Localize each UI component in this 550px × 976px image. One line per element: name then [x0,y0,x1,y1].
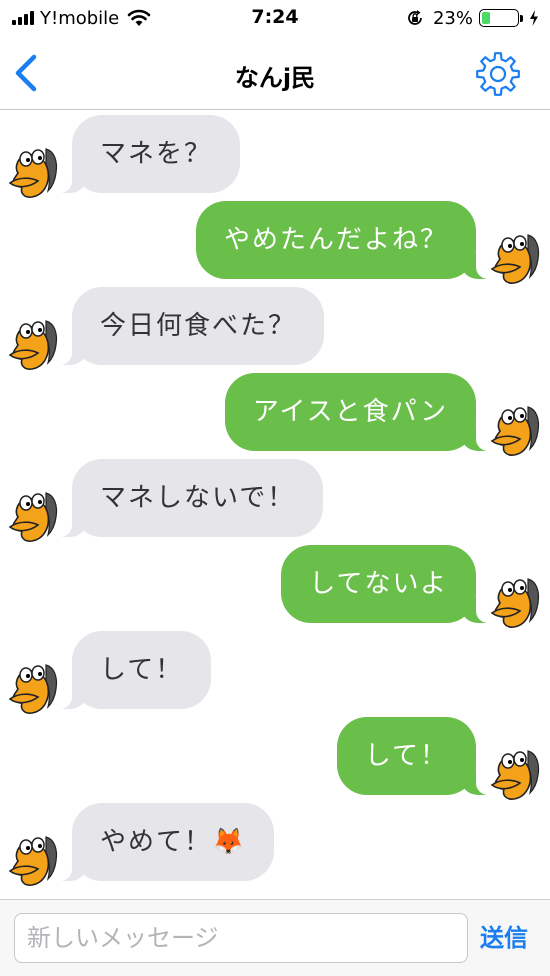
status-bar: Y!mobile 7:24 23% [0,0,550,36]
message-text: して！ [364,741,448,771]
navigation-bar: なんj民 [0,36,550,110]
message-bubble[interactable]: やめたんだよね？ [195,201,499,279]
avatar [490,750,540,800]
message-text: マネを？ [100,139,213,169]
battery-percent: 23% [432,7,473,29]
message-text: アイスと食パン [252,397,448,427]
message-text: やめたんだよね？ [223,225,448,255]
outgoing-message: して！ [0,717,550,800]
message-bubble[interactable]: アイスと食パン [224,373,499,451]
message-input[interactable] [14,913,468,963]
message-bubble[interactable]: やめて！🦊 [49,803,275,881]
avatar [490,234,540,284]
conversation-title: なんj民 [234,64,316,92]
avatar [8,320,58,370]
message-text: して！ [100,655,184,685]
orientation-lock-icon [408,10,422,25]
battery-nub [520,14,523,22]
status-right: 23% [405,7,540,29]
outgoing-message: してないよ [0,545,550,628]
send-button[interactable]: 送信 [480,918,528,953]
message-bubble[interactable]: してないよ [281,545,498,623]
incoming-message: して！ [0,631,550,714]
avatar [8,492,58,542]
avatar [8,664,58,714]
avatar [490,406,540,456]
message-bubble[interactable]: マネしないで！ [49,459,324,537]
message-bubble[interactable]: して！ [336,717,499,795]
incoming-message: やめて！🦊 [0,803,550,886]
settings-button[interactable] [474,50,522,98]
message-bubble[interactable]: して！ [49,631,212,709]
message-list[interactable]: マネを？ やめたんだよね？ 今日何食べた？ アイスと食パン マネしないで！ して… [0,111,550,899]
incoming-message: マネしないで！ [0,459,550,542]
message-text: やめて！🦊 [100,827,247,857]
incoming-message: 今日何食べた？ [0,287,550,370]
message-bubble[interactable]: 今日何食べた？ [49,287,325,365]
outgoing-message: アイスと食パン [0,373,550,456]
gear-icon [476,52,520,96]
message-bubble[interactable]: マネを？ [49,115,241,193]
composer-bar: 送信 [0,899,550,976]
outgoing-message: やめたんだよね？ [0,201,550,284]
battery-icon [479,9,519,27]
message-text: マネしないで！ [100,483,296,513]
avatar [8,148,58,198]
battery-level [482,12,490,24]
incoming-message: マネを？ [0,115,550,198]
avatar [8,836,58,886]
message-text: してないよ [309,569,448,599]
charging-icon [530,10,538,26]
message-text: 今日何食べた？ [100,311,297,341]
avatar [490,578,540,628]
